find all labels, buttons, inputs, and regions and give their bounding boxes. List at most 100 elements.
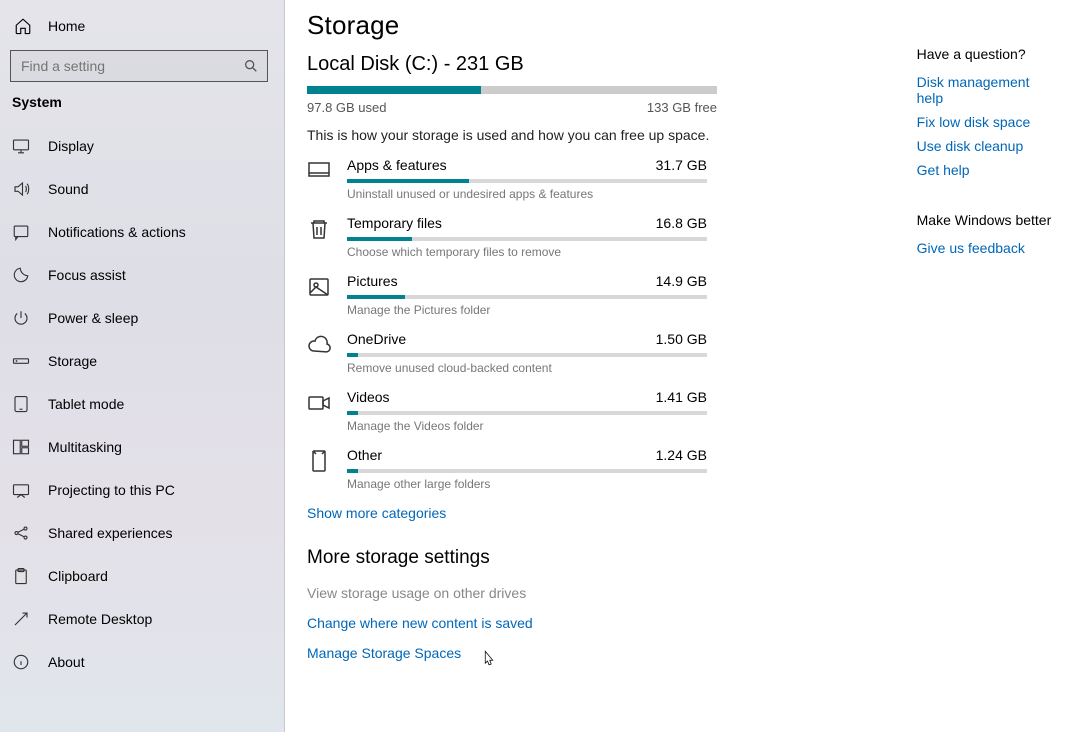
search-input[interactable] (21, 58, 221, 74)
nav-item-tablet[interactable]: Tablet mode (0, 382, 284, 425)
disk-usage-fill (307, 86, 481, 94)
category-size: 1.41 GB (656, 389, 707, 405)
more-links: View storage usage on other drives Change… (307, 585, 875, 661)
sound-icon (12, 180, 30, 198)
help-link[interactable]: Get help (917, 162, 1058, 178)
category-subtitle: Manage the Pictures folder (347, 303, 875, 317)
nav-item-label: Sound (48, 181, 88, 197)
category-bar (347, 411, 707, 415)
project-icon (12, 481, 30, 499)
category-name: Apps & features (347, 157, 447, 173)
nav-item-sound[interactable]: Sound (0, 167, 284, 210)
nav-item-focus[interactable]: Focus assist (0, 253, 284, 296)
nav-item-display[interactable]: Display (0, 124, 284, 167)
nav-item-multitask[interactable]: Multitasking (0, 425, 284, 468)
feedback-group: Make Windows better Give us feedback (917, 212, 1058, 256)
content: Storage Local Disk (C:) - 231 GB 97.8 GB… (307, 10, 875, 732)
category-bar (347, 469, 707, 473)
home-nav[interactable]: Home (0, 8, 284, 44)
category-apps[interactable]: Apps & features31.7 GBUninstall unused o… (307, 157, 875, 201)
main: Storage Local Disk (C:) - 231 GB 97.8 GB… (285, 0, 1080, 732)
category-other[interactable]: Other 1.24 GB Manage other large folders (307, 447, 875, 491)
other-icon (307, 449, 331, 473)
temp-icon (307, 217, 331, 241)
category-name: OneDrive (347, 331, 406, 347)
home-label: Home (48, 18, 85, 34)
disk-usage-bar (307, 86, 717, 94)
nav-item-label: Remote Desktop (48, 611, 152, 627)
nav-item-label: Clipboard (48, 568, 108, 584)
nav-item-label: Shared experiences (48, 525, 173, 541)
category-onedrive[interactable]: OneDrive1.50 GBRemove unused cloud-backe… (307, 331, 875, 375)
more-link: View storage usage on other drives (307, 585, 875, 601)
help-link[interactable]: Fix low disk space (917, 114, 1058, 130)
shared-icon (12, 524, 30, 542)
storage-icon (12, 352, 30, 370)
nav-item-power[interactable]: Power & sleep (0, 296, 284, 339)
more-link[interactable]: Manage Storage Spaces (307, 645, 875, 661)
nav-item-label: Focus assist (48, 267, 126, 283)
category-size: 31.7 GB (656, 157, 707, 173)
category-list: Apps & features31.7 GBUninstall unused o… (307, 157, 875, 491)
free-label: 133 GB free (647, 100, 717, 115)
multitask-icon (12, 438, 30, 456)
nav-item-shared[interactable]: Shared experiences (0, 511, 284, 554)
help-link[interactable]: Disk management help (917, 74, 1058, 106)
storage-description: This is how your storage is used and how… (307, 127, 875, 143)
sidebar: Home System Display Sound Notifications & … (0, 0, 285, 732)
question-group: Have a question? Disk management help Fix… (917, 46, 1058, 178)
category-size: 1.24 GB (656, 447, 707, 463)
category-bar (347, 237, 707, 241)
apps-icon (307, 159, 331, 183)
category-name: Other (347, 447, 382, 463)
nav-item-label: Tablet mode (48, 396, 124, 412)
disk-title: Local Disk (C:) - 231 GB (307, 53, 875, 76)
feedback-link[interactable]: Give us feedback (917, 240, 1058, 256)
category-name: Temporary files (347, 215, 442, 231)
bar-labels: 97.8 GB used 133 GB free (307, 100, 717, 115)
category-pictures[interactable]: Pictures 14.9 GB Manage the Pictures folde… (307, 273, 875, 317)
category-size: 14.9 GB (656, 273, 707, 289)
search-box[interactable] (10, 50, 268, 82)
onedrive-icon (307, 333, 331, 357)
tablet-icon (12, 395, 30, 413)
used-label: 97.8 GB used (307, 100, 387, 115)
nav-item-label: Display (48, 138, 94, 154)
focus-icon (12, 266, 30, 284)
category-name: Pictures (347, 273, 398, 289)
category-subtitle: Manage other large folders (347, 477, 875, 491)
question-title: Have a question? (917, 46, 1058, 62)
nav-item-about[interactable]: About (0, 640, 284, 683)
category-bar (347, 353, 707, 357)
category-temp[interactable]: Temporary files16.8 GBChoose which tempo… (307, 215, 875, 259)
section-label: System (0, 94, 284, 124)
nav-item-label: Power & sleep (48, 310, 138, 326)
search-icon (243, 58, 259, 74)
nav-item-project[interactable]: Projecting to this PC (0, 468, 284, 511)
videos-icon (307, 391, 331, 415)
category-subtitle: Manage the Videos folder (347, 419, 875, 433)
help-link[interactable]: Use disk cleanup (917, 138, 1058, 154)
search-wrap (0, 44, 284, 94)
category-subtitle: Choose which temporary files to remove (347, 245, 875, 259)
nav-item-storage[interactable]: Storage (0, 339, 284, 382)
display-icon (12, 137, 30, 155)
nav-item-notifications[interactable]: Notifications & actions (0, 210, 284, 253)
category-bar (347, 179, 707, 183)
more-link[interactable]: Change where new content is saved (307, 615, 875, 631)
nav-item-remote[interactable]: Remote Desktop (0, 597, 284, 640)
remote-icon (12, 610, 30, 628)
nav-item-clipboard[interactable]: Clipboard (0, 554, 284, 597)
show-more-link[interactable]: Show more categories (307, 505, 875, 521)
nav-item-label: Multitasking (48, 439, 122, 455)
page-title: Storage (307, 10, 875, 41)
nav-item-label: About (48, 654, 85, 670)
feedback-title: Make Windows better (917, 212, 1058, 228)
power-icon (12, 309, 30, 327)
category-subtitle: Remove unused cloud-backed content (347, 361, 875, 375)
category-videos[interactable]: Videos1.41 GBManage the Videos folder (307, 389, 875, 433)
about-icon (12, 653, 30, 671)
nav-item-label: Storage (48, 353, 97, 369)
home-icon (14, 17, 32, 35)
category-bar (347, 295, 707, 299)
